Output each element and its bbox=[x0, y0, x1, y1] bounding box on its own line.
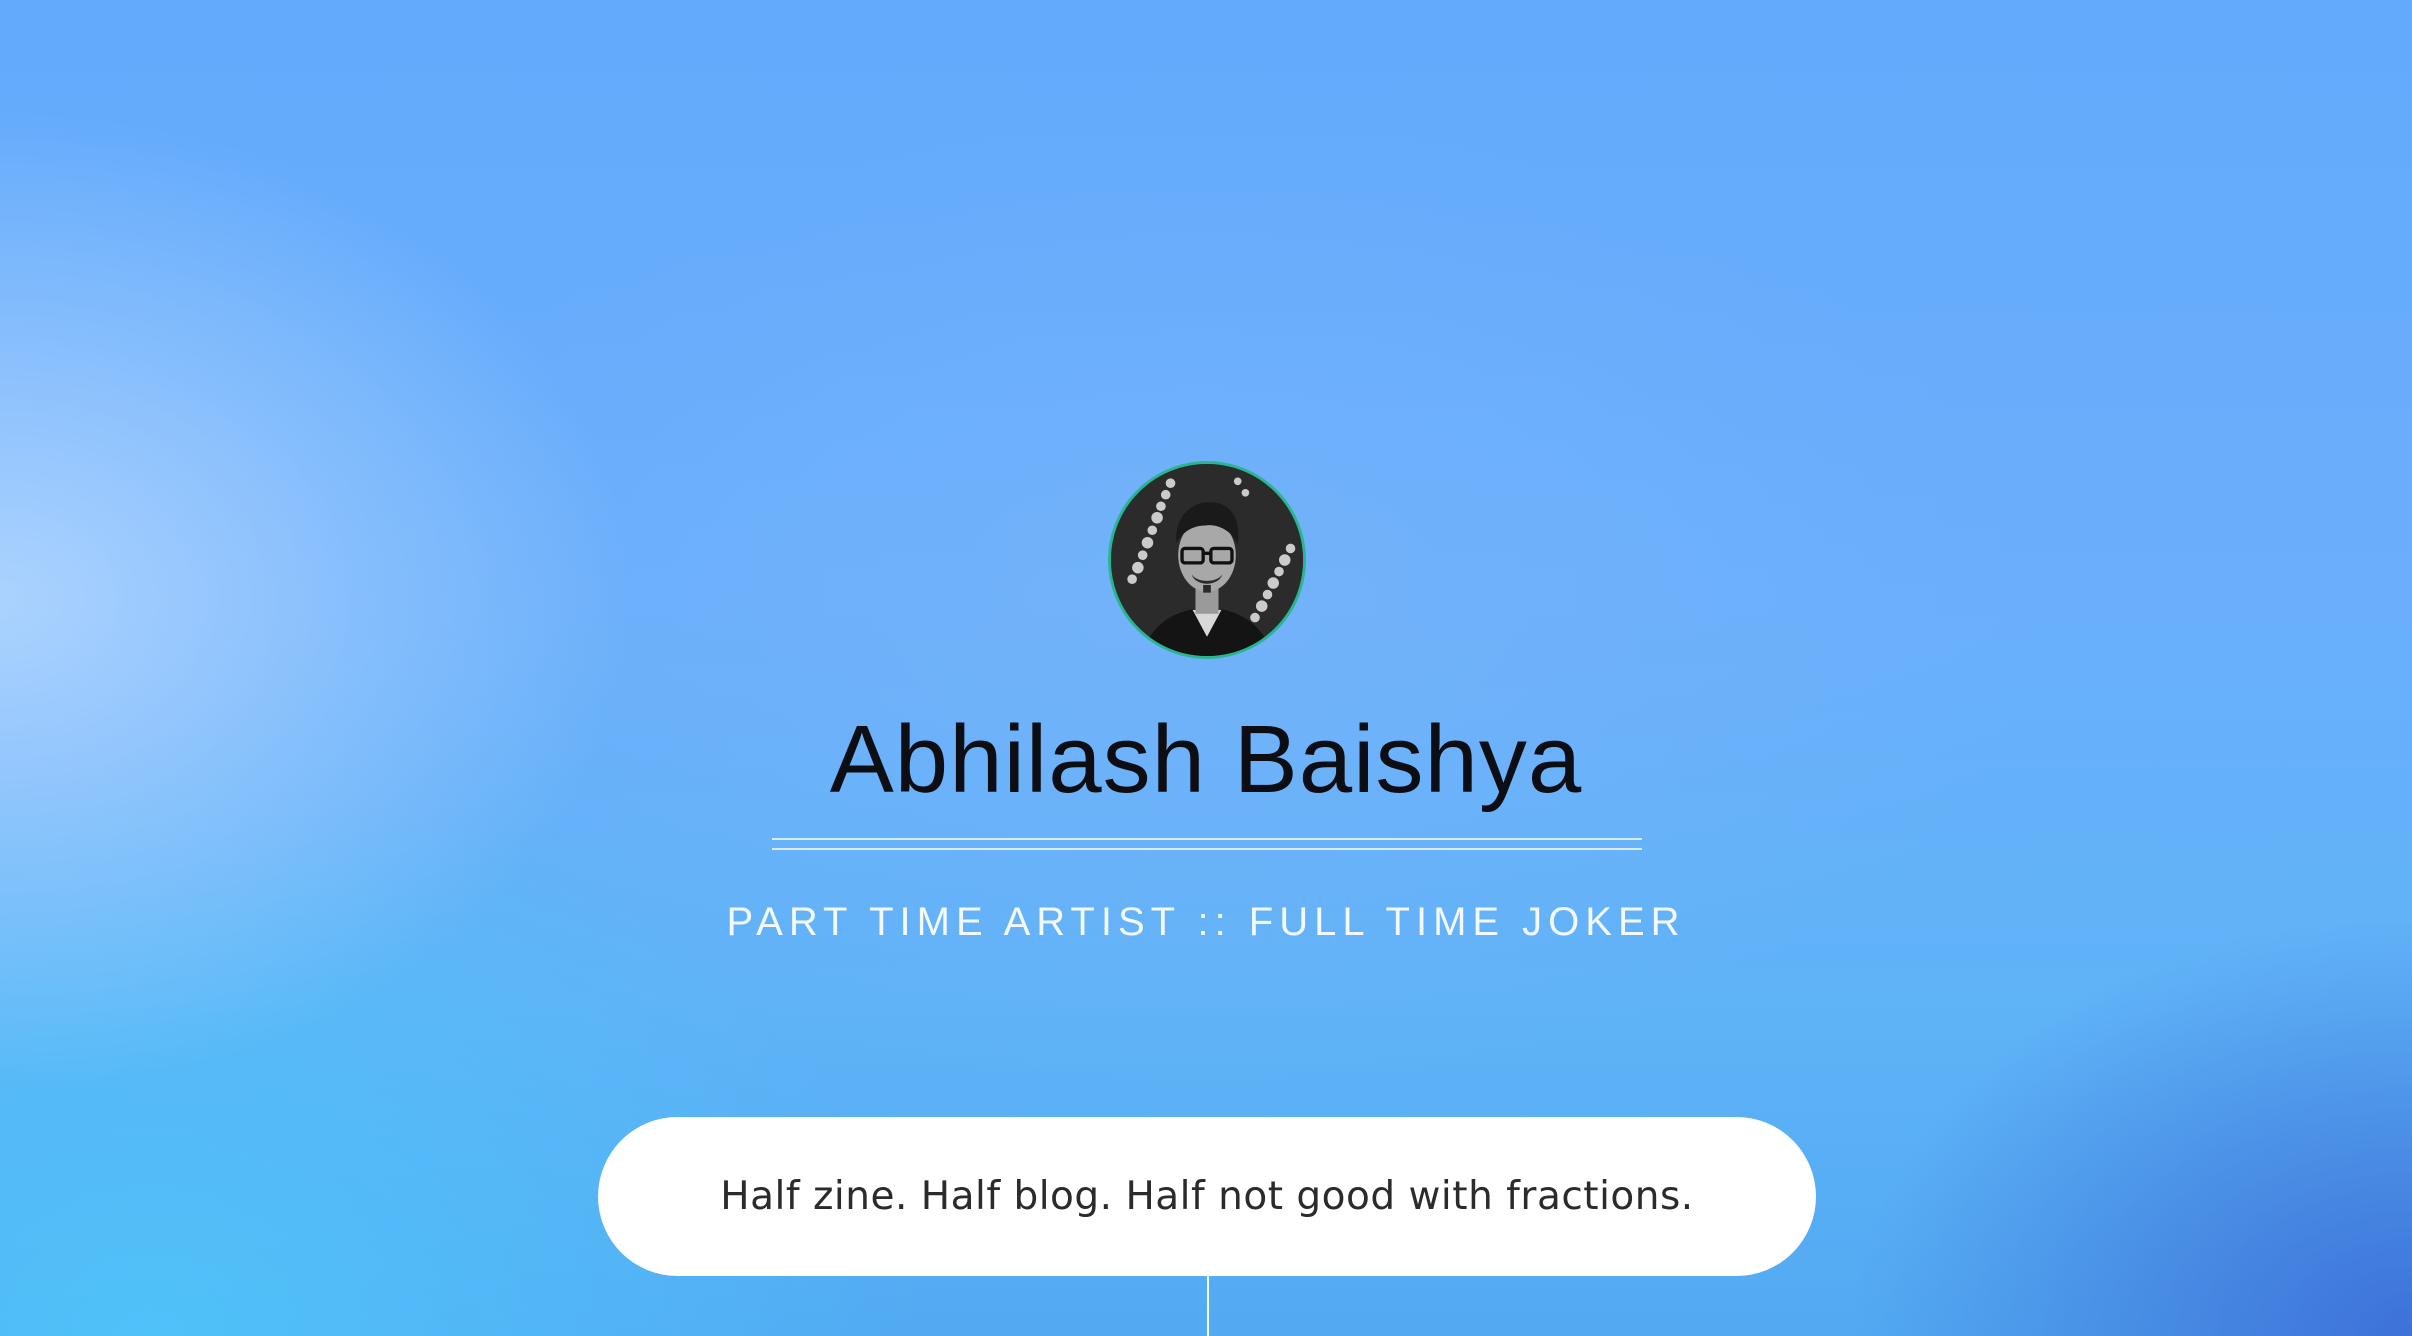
avatar-photo bbox=[1111, 464, 1303, 656]
double-divider bbox=[772, 838, 1642, 850]
timeline-connector bbox=[1207, 1276, 1209, 1336]
avatar bbox=[1108, 461, 1306, 659]
intro-text: Half zine. Half blog. Half not good with… bbox=[720, 1174, 1694, 1219]
author-name: Abhilash Baishya bbox=[829, 706, 1583, 813]
intro-card: Half zine. Half blog. Half not good with… bbox=[598, 1117, 1816, 1276]
tagline: PART TIME ARTIST :: FULL TIME JOKER bbox=[726, 900, 1686, 944]
hero-section: Abhilash Baishya PART TIME ARTIST :: FUL… bbox=[0, 0, 2412, 1336]
